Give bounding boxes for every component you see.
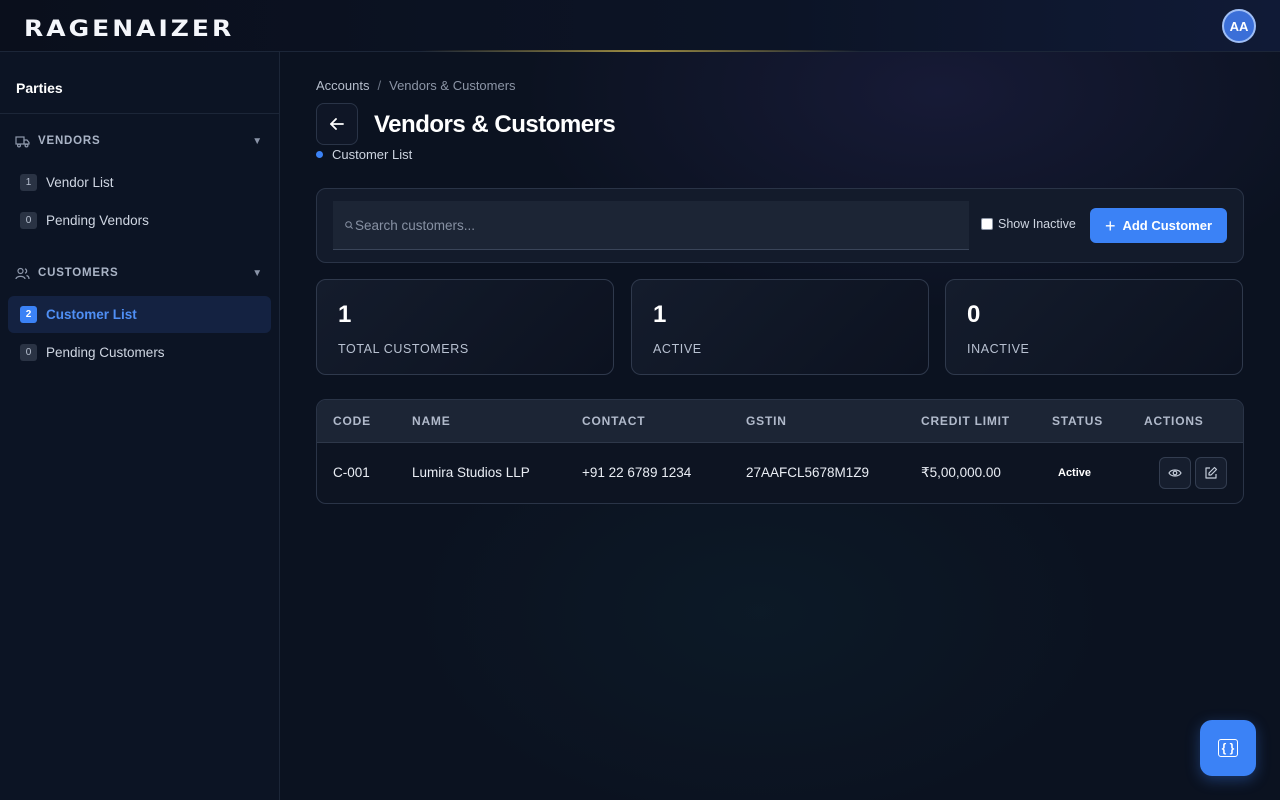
sidebar-title: Parties xyxy=(0,52,279,114)
cell-name: Lumira Studios LLP xyxy=(412,465,530,480)
stat-label: TOTAL CUSTOMERS xyxy=(338,342,469,356)
assistant-icon: { } xyxy=(1217,739,1239,757)
cell-contact: +91 22 6789 1234 xyxy=(582,465,692,480)
sidebar-section-label: VENDORS xyxy=(38,135,101,147)
back-button[interactable] xyxy=(316,103,358,145)
arrow-left-icon xyxy=(330,118,344,130)
subtitle-label: Customer List xyxy=(332,147,413,162)
plus-icon: + xyxy=(1104,215,1116,236)
app-logo[interactable]: RAGENAIZER xyxy=(24,15,234,41)
stat-value: 1 xyxy=(653,301,667,328)
sidebar-item-customer-list[interactable]: 2 Customer List xyxy=(8,296,271,333)
edit-button[interactable] xyxy=(1195,457,1227,489)
chevron-down-icon[interactable]: ▼ xyxy=(252,136,263,147)
sidebar-item-pending-customers[interactable]: 0 Pending Customers xyxy=(8,334,271,371)
eye-icon xyxy=(1168,469,1182,477)
column-header-code[interactable]: CODE xyxy=(333,414,371,428)
breadcrumb-separator: / xyxy=(377,78,382,93)
breadcrumb: Accounts / Vendors & Customers xyxy=(316,78,516,93)
search-icon xyxy=(345,221,353,229)
sidebar-item-label: Pending Customers xyxy=(46,345,165,360)
chevron-down-icon[interactable]: ▼ xyxy=(252,268,263,279)
view-button[interactable] xyxy=(1159,457,1191,489)
edit-icon xyxy=(1205,466,1218,479)
cell-gstin: 27AAFCL5678M1Z9 xyxy=(746,465,870,480)
cell-code: C-001 xyxy=(333,465,370,480)
column-header-credit-limit[interactable]: CREDIT LIMIT xyxy=(921,414,1010,428)
count-badge: 1 xyxy=(20,174,37,191)
sidebar-item-vendor-list[interactable]: 1 Vendor List xyxy=(8,164,271,201)
assistant-button[interactable]: { } xyxy=(1200,720,1256,776)
truck-icon xyxy=(15,135,30,148)
show-inactive-toggle[interactable]: Show Inactive xyxy=(981,217,1076,231)
stat-value: 1 xyxy=(338,301,352,328)
stat-card-active: 1 ACTIVE xyxy=(631,279,929,375)
page-subtitle: Customer List xyxy=(316,147,412,162)
column-header-status[interactable]: STATUS xyxy=(1052,414,1103,428)
column-header-actions: ACTIONS xyxy=(1144,414,1204,428)
page-title: Vendors & Customers xyxy=(374,111,616,138)
column-header-contact[interactable]: CONTACT xyxy=(582,414,645,428)
breadcrumb-current: Vendors & Customers xyxy=(389,78,516,93)
count-badge: 0 xyxy=(20,344,37,361)
add-customer-button[interactable]: + Add Customer xyxy=(1090,208,1227,243)
count-badge: 0 xyxy=(20,212,37,229)
stat-value: 0 xyxy=(967,301,981,328)
column-header-gstin[interactable]: GSTIN xyxy=(746,414,787,428)
cell-credit-limit: ₹5,00,000.00 xyxy=(921,465,1001,480)
sidebar-item-label: Customer List xyxy=(46,307,137,322)
customers-table: CODE NAME CONTACT GSTIN CREDIT LIMIT STA… xyxy=(316,399,1244,504)
status-badge: Active xyxy=(1058,467,1092,479)
stat-label: ACTIVE xyxy=(653,342,702,356)
sidebar-item-label: Pending Vendors xyxy=(46,213,149,228)
top-bar: RAGENAIZER AA xyxy=(0,0,1280,52)
breadcrumb-link-accounts[interactable]: Accounts xyxy=(316,78,369,93)
sidebar: Parties VENDORS ▼ 1 Vendor List 0 Pendin… xyxy=(0,52,280,800)
search-input[interactable] xyxy=(355,217,955,233)
stat-card-inactive: 0 INACTIVE xyxy=(945,279,1243,375)
sidebar-item-label: Vendor List xyxy=(46,175,114,190)
show-inactive-checkbox[interactable] xyxy=(981,218,993,230)
add-customer-label: Add Customer xyxy=(1122,218,1213,233)
stat-card-total: 1 TOTAL CUSTOMERS xyxy=(316,279,614,375)
status-dot xyxy=(316,151,323,158)
sidebar-section-label: CUSTOMERS xyxy=(38,267,119,279)
stat-label: INACTIVE xyxy=(967,342,1030,356)
sidebar-item-pending-vendors[interactable]: 0 Pending Vendors xyxy=(8,202,271,239)
sidebar-section-customers[interactable]: CUSTOMERS ▼ xyxy=(15,262,263,284)
search-box[interactable] xyxy=(333,201,969,250)
avatar[interactable]: AA xyxy=(1222,9,1256,43)
sidebar-section-vendors[interactable]: VENDORS ▼ xyxy=(15,130,263,152)
toolbar: Show Inactive + Add Customer xyxy=(316,188,1244,263)
column-header-name[interactable]: NAME xyxy=(412,414,451,428)
users-icon xyxy=(15,267,30,279)
table-header: CODE NAME CONTACT GSTIN CREDIT LIMIT STA… xyxy=(317,400,1243,443)
main-content: Accounts / Vendors & Customers Vendors & C… xyxy=(280,52,1280,800)
count-badge: 2 xyxy=(20,306,37,323)
show-inactive-label: Show Inactive xyxy=(998,217,1076,231)
